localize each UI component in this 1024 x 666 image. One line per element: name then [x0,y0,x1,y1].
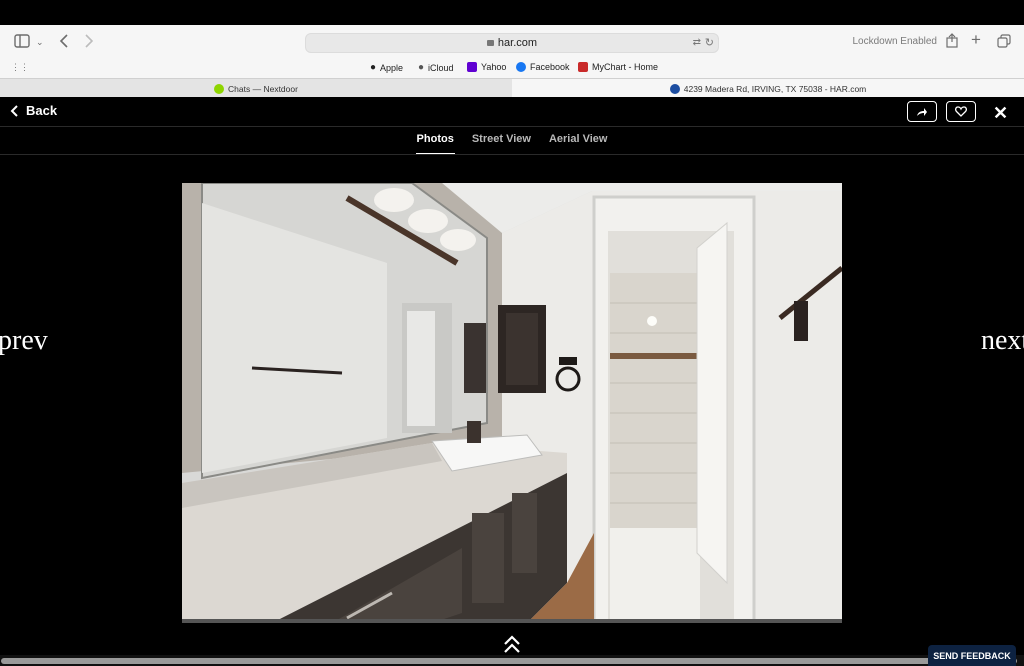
forward-arrow-icon[interactable] [84,34,94,48]
new-tab-icon[interactable]: + [971,31,981,48]
chevron-left-icon [10,104,18,117]
apple-icon: ● [370,62,377,73]
share-button[interactable] [907,101,937,122]
heart-icon [955,106,967,117]
nextdoor-icon [214,83,225,94]
lockdown-status: Lockdown Enabled [852,36,937,47]
menu-strip [0,0,1024,25]
next-button[interactable]: next [981,325,1024,357]
back-button[interactable]: Back [10,103,57,118]
chevron-double-up-icon[interactable] [503,635,521,655]
share-arrow-icon [917,107,927,116]
apple-icon: ● [418,62,425,73]
prev-button[interactable]: prev [0,325,48,357]
view-tabs: Photos Street View Aerial View [0,133,1024,155]
grid-icon[interactable]: ⋮⋮ [11,62,29,73]
reload-icon[interactable]: ↻ [705,36,714,49]
favorite-mychart[interactable]: MyChart - Home [578,62,658,72]
back-label: Back [26,103,58,118]
tab-aerial-view[interactable]: Aerial View [548,133,609,155]
browser-toolbar: ⌄ har.com ⇄ ↻ Lockdown Enabled + [0,25,1024,60]
favorite-apple[interactable]: ● Apple [370,62,403,73]
lock-icon [486,40,494,46]
share-icon[interactable] [946,33,958,48]
favorite-facebook[interactable]: Facebook [516,62,570,72]
yahoo-icon [467,62,477,72]
tab-nextdoor[interactable]: Chats — Nextdoor [0,79,512,98]
scrollbar-thumb[interactable] [1,658,1017,664]
back-arrow-icon[interactable] [59,34,69,48]
har-icon [669,83,680,94]
sidebar-icon[interactable] [14,34,30,48]
translate-icon[interactable]: ⇄ [693,37,701,48]
mychart-icon [578,62,588,72]
horizontal-scrollbar[interactable] [0,655,1024,666]
favorite-icloud[interactable]: ● iCloud [418,62,454,73]
tab-street-view[interactable]: Street View [471,133,532,155]
send-feedback-button[interactable]: SEND FEEDBACK [928,645,1016,666]
favorites-bar: ⋮⋮ ● Apple ● iCloud Yahoo Facebook MyChart… [0,60,1024,78]
divider [0,126,1024,127]
tab-overview-icon[interactable] [997,34,1011,48]
favorite-button[interactable] [946,101,976,122]
listing-photo[interactable] [182,183,842,623]
tab-har[interactable]: 4239 Madera Rd, IRVING, TX 75038 - HAR.c… [512,79,1024,98]
address-bar[interactable]: har.com ⇄ ↻ [305,33,719,53]
url-text: har.com [497,37,538,49]
facebook-icon [516,62,526,72]
close-icon[interactable]: ✕ [993,103,1008,124]
browser-tab-bar: Chats — Nextdoor 4239 Madera Rd, IRVING,… [0,78,1024,98]
divider [0,154,1024,155]
photo-viewer: Back ✕ Photos Street View Aerial View pr… [0,97,1024,666]
tab-photos[interactable]: Photos [415,133,455,155]
favorite-yahoo[interactable]: Yahoo [467,62,506,72]
chevron-down-icon[interactable]: ⌄ [36,34,44,50]
